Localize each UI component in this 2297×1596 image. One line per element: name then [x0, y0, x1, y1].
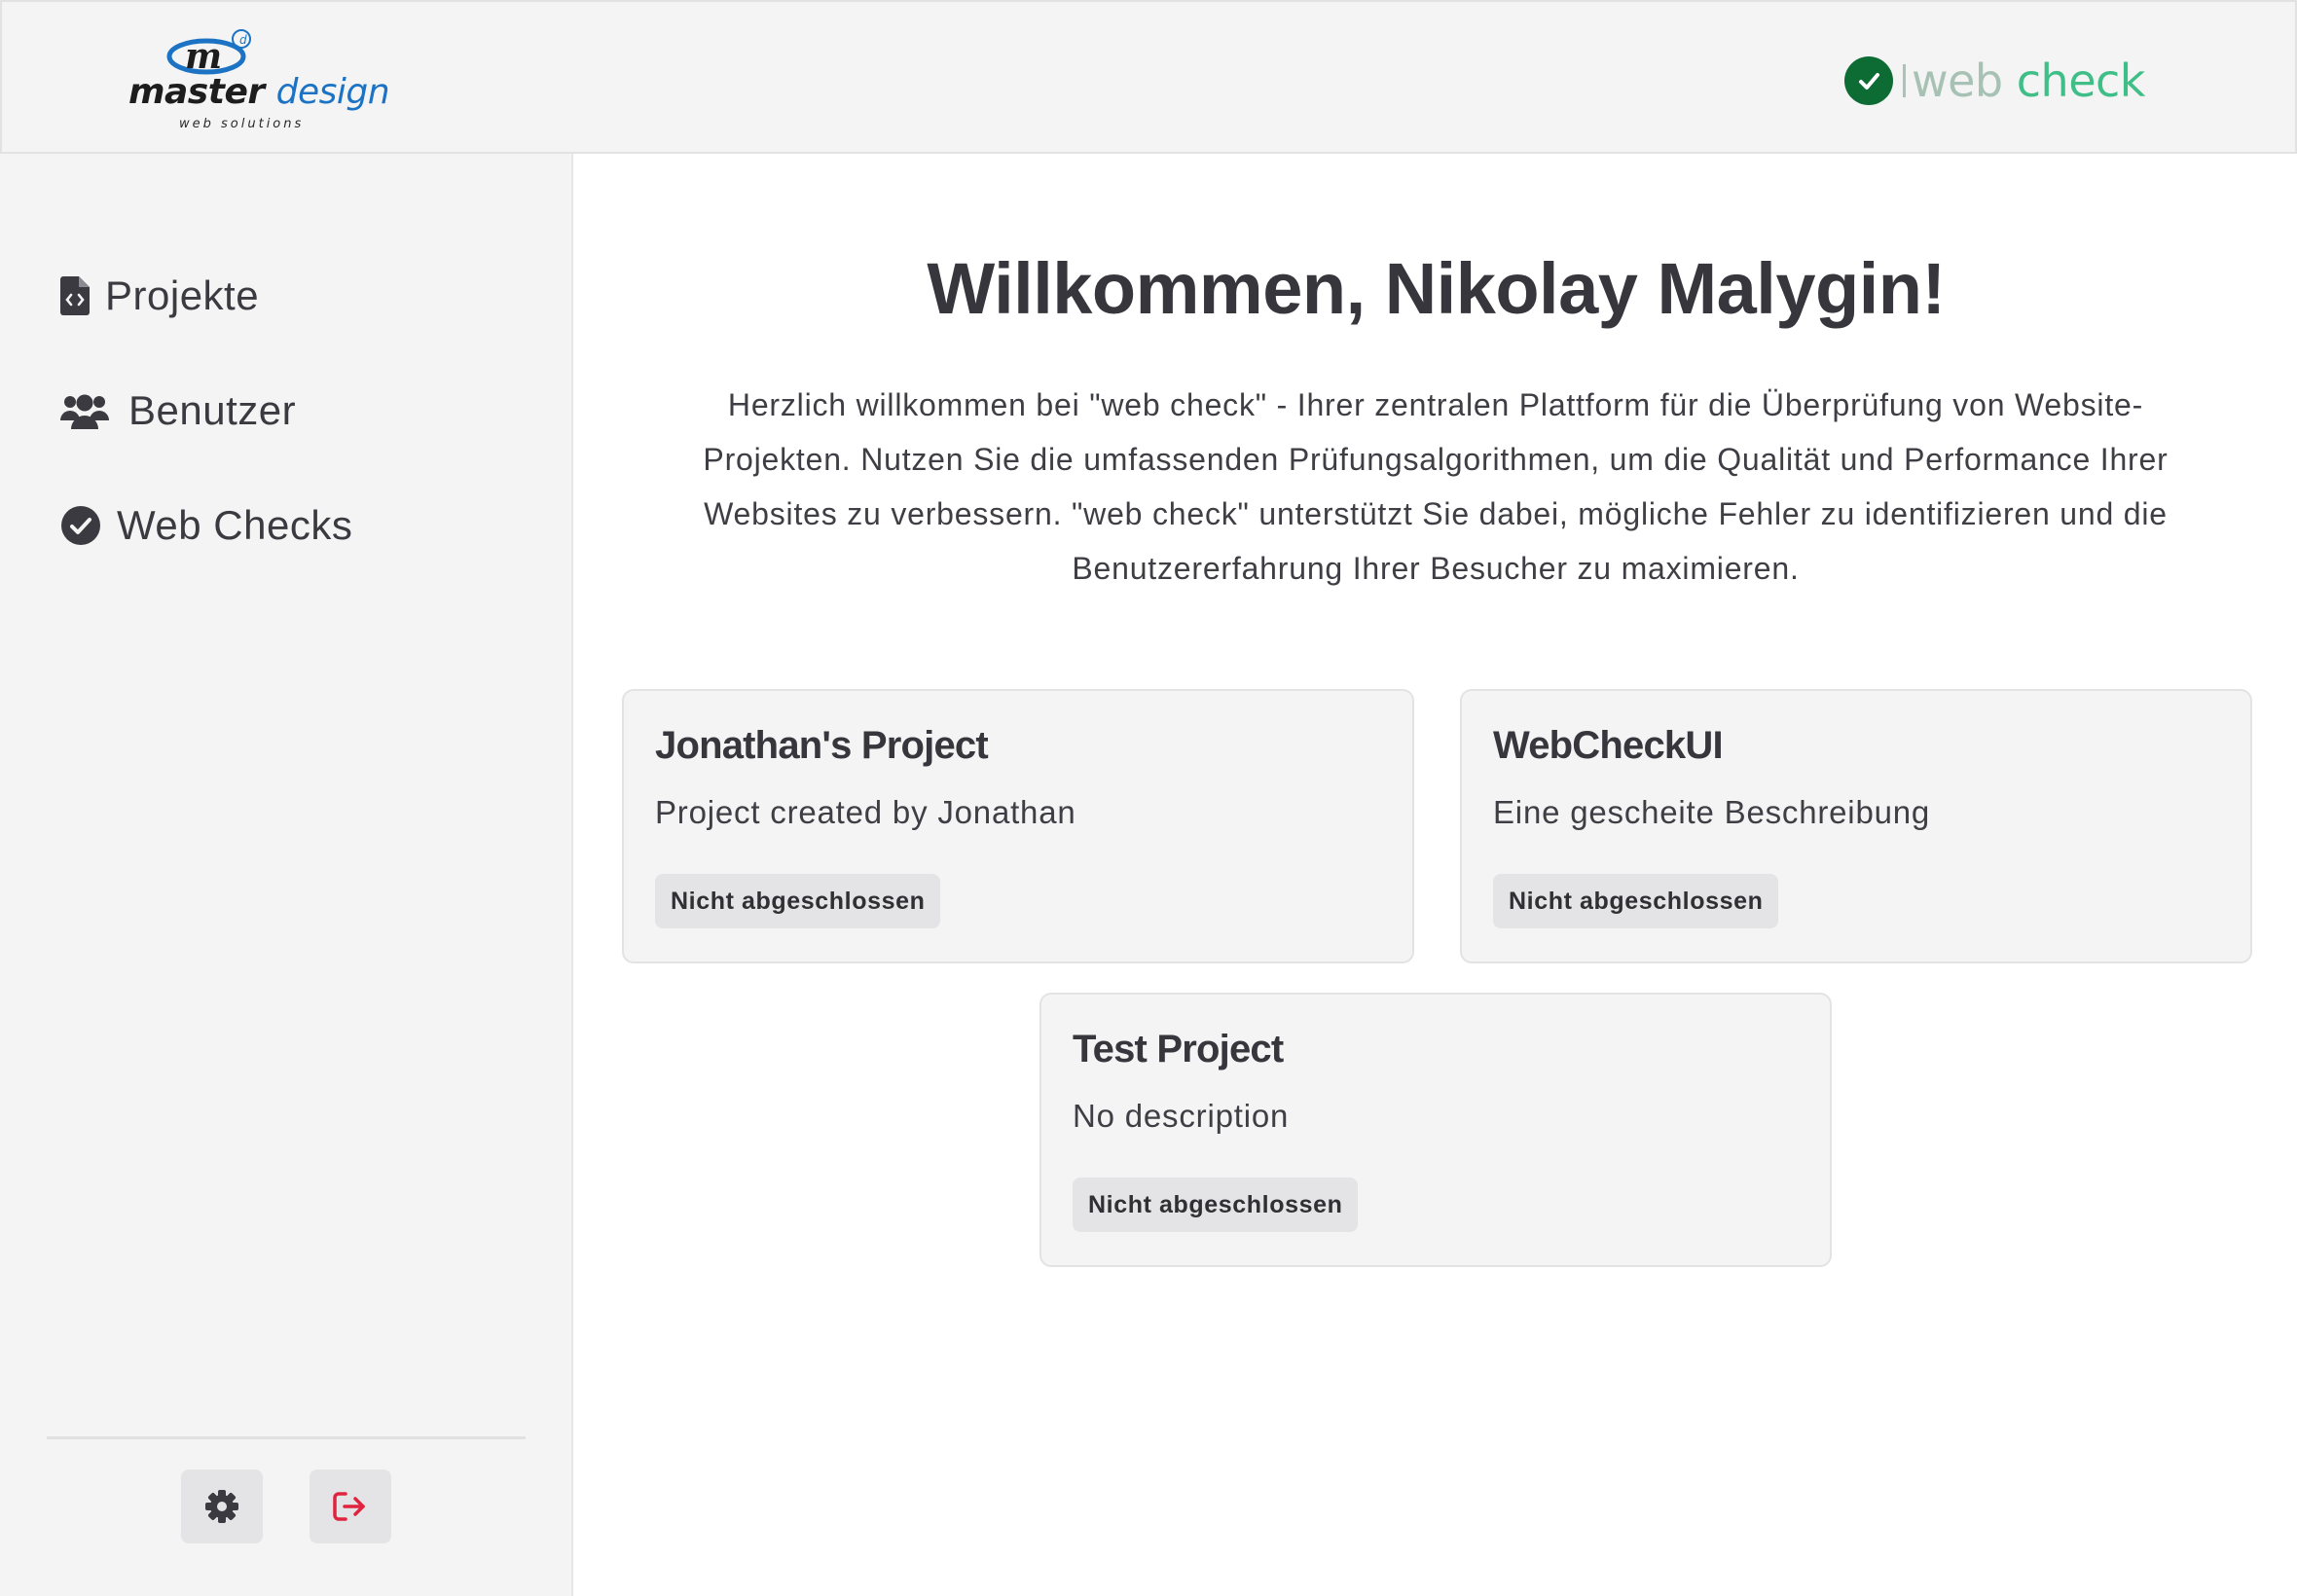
project-card[interactable]: Test Project No description Nicht abgesc… [1039, 993, 1832, 1267]
check-circle-icon [1844, 56, 1893, 105]
brand-divider [1903, 64, 1906, 97]
svg-text:m: m [185, 36, 222, 77]
status-badge: Nicht abgeschlossen [1493, 874, 1779, 928]
project-card[interactable]: WebCheckUI Eine gescheite Beschreibung N… [1460, 689, 2252, 963]
logout-icon [333, 1492, 365, 1521]
logo-mark-icon: d m [166, 29, 251, 77]
project-description: No description [1073, 1098, 1290, 1134]
users-icon [60, 391, 109, 430]
intro-text: Herzlich willkommen bei "web check" - Ih… [703, 387, 2169, 586]
sidebar-item-benutzer[interactable]: Benutzer [60, 381, 296, 440]
main-content: Willkommen, Nikolay Malygin! Herzlich wi… [575, 154, 2297, 1596]
project-title: WebCheckUI [1493, 724, 1724, 767]
check-circle-icon [60, 505, 101, 546]
brand-wordmark: web check [1912, 58, 2145, 103]
gear-icon [205, 1490, 238, 1523]
sidebar-divider [47, 1436, 526, 1439]
logo-subtitle: web solutions [179, 117, 305, 131]
app-header: d m master design web solutions web chec… [0, 0, 2297, 154]
project-description: Eine gescheite Beschreibung [1493, 794, 1931, 830]
page-title: Willkommen, Nikolay Malygin! [927, 248, 1946, 329]
logo-word-master: master [128, 72, 265, 112]
sidebar-item-web-checks[interactable]: Web Checks [60, 496, 352, 555]
master-design-logo[interactable]: d m master design web solutions [128, 29, 390, 136]
brand-word-web: web [1912, 54, 2003, 107]
file-code-icon [60, 276, 90, 315]
status-badge: Nicht abgeschlossen [655, 874, 941, 928]
brand-word-check: check [2016, 54, 2146, 107]
status-badge: Nicht abgeschlossen [1073, 1178, 1359, 1232]
sidebar-item-projekte[interactable]: Projekte [60, 267, 259, 325]
logo-wordmark: master design [128, 72, 390, 112]
project-title: Jonathan's Project [655, 724, 989, 767]
project-title: Test Project [1073, 1028, 1284, 1070]
project-card[interactable]: Jonathan's Project Project created by Jo… [622, 689, 1414, 963]
project-description: Project created by Jonathan [655, 794, 1076, 830]
svg-text:d: d [239, 33, 247, 47]
sidebar: Projekte Benutzer Web Checks [0, 154, 573, 1596]
web-check-brand[interactable]: web check [1844, 54, 2145, 108]
settings-button[interactable] [181, 1469, 263, 1543]
sidebar-item-label: Projekte [105, 272, 260, 318]
sidebar-item-label: Benutzer [128, 387, 297, 433]
logo-word-design: design [275, 72, 390, 112]
sidebar-item-label: Web Checks [117, 502, 353, 548]
logout-button[interactable] [310, 1469, 391, 1543]
